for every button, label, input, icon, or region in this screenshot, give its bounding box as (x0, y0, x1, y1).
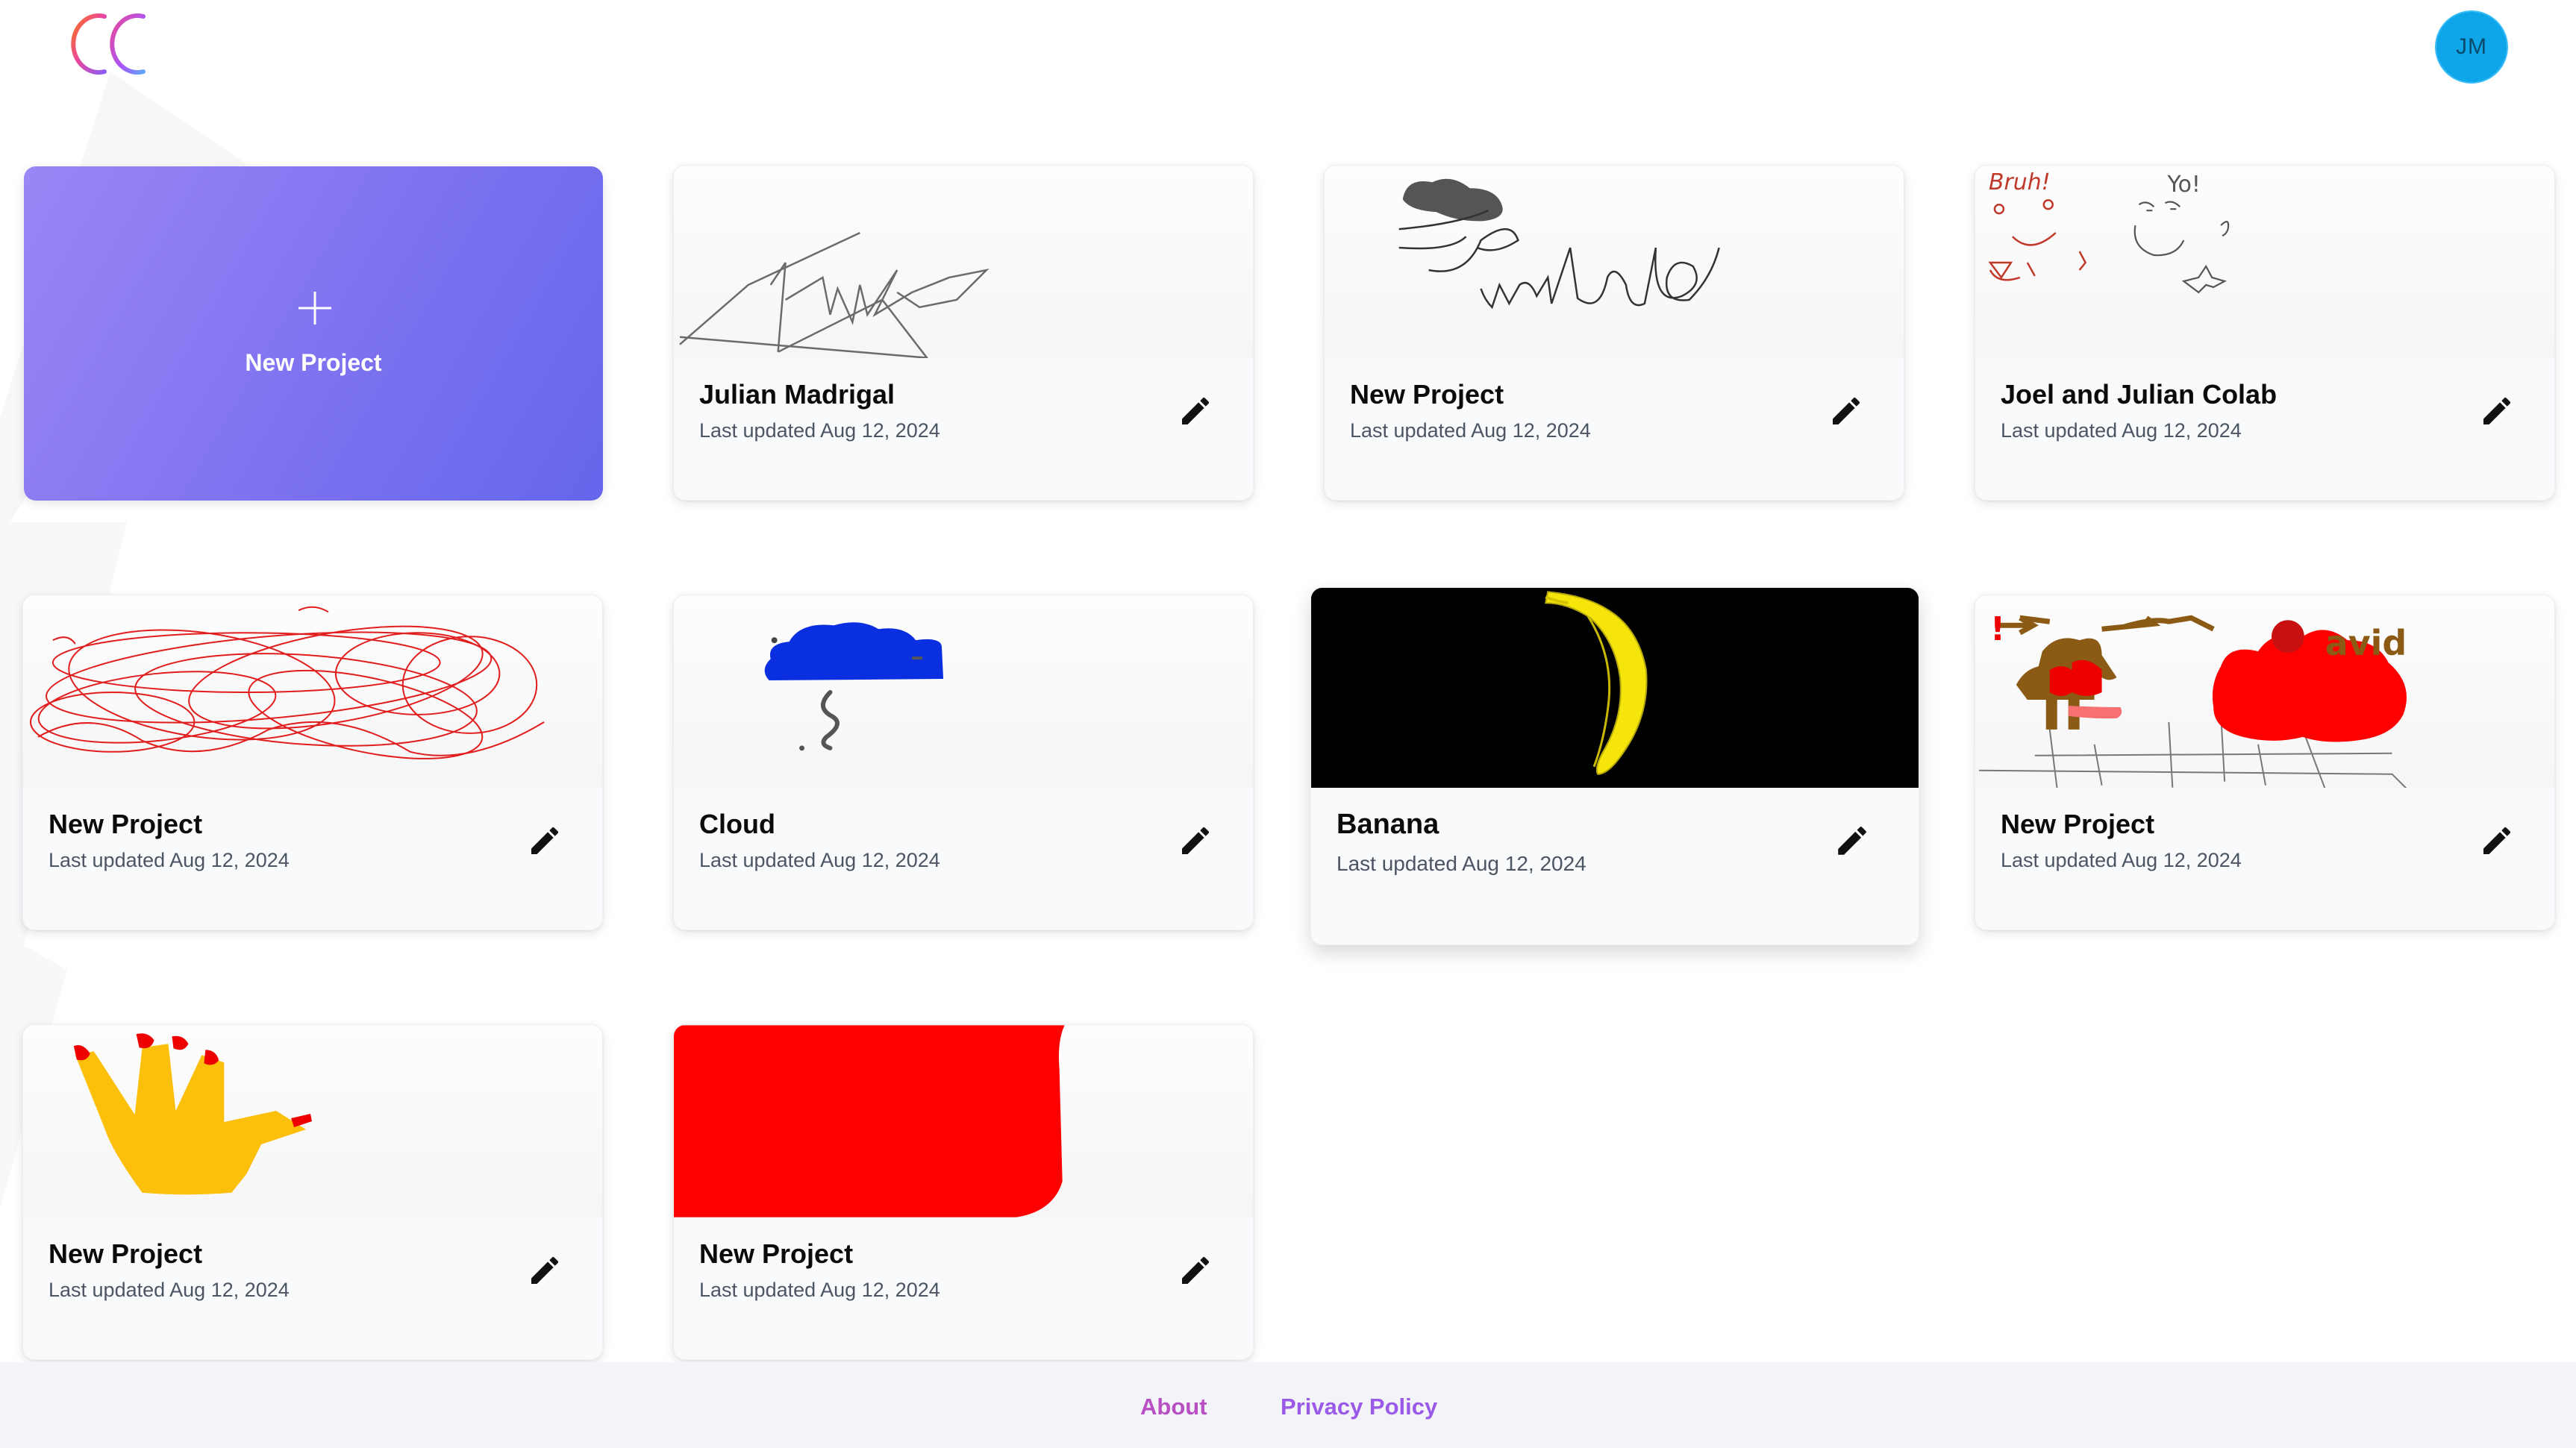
edit-button[interactable] (1825, 389, 1868, 433)
project-card[interactable]: ! avid New Project Last updated Aug 12, … (1975, 595, 2555, 930)
edit-button[interactable] (2475, 389, 2519, 433)
project-updated: Last updated Aug 12, 2024 (49, 1279, 290, 1301)
doodles-sketch: Bruh! Yo! (1988, 169, 2230, 294)
pencil-icon (1182, 397, 1210, 424)
project-card[interactable]: New Project Last updated Aug 12, 2024 (673, 1024, 1254, 1360)
red-block-sketch (674, 1025, 1065, 1217)
project-thumbnail: ! avid (1975, 595, 2554, 788)
project-title: Cloud (699, 809, 775, 839)
edit-button[interactable] (1831, 819, 1874, 862)
edit-button[interactable] (2475, 819, 2519, 862)
project-thumbnail (1311, 588, 1919, 788)
pencil-icon (2483, 827, 2511, 854)
project-thumbnail (23, 595, 602, 788)
user-avatar[interactable]: JM (2435, 10, 2508, 84)
pencil-icon (1182, 1256, 1210, 1284)
project-updated: Last updated Aug 12, 2024 (2001, 849, 2242, 871)
project-updated: Last updated Aug 12, 2024 (699, 419, 940, 442)
pencil-icon (531, 827, 559, 854)
edit-button[interactable] (523, 819, 566, 862)
pencil-icon (1182, 827, 1210, 854)
pencil-icon (531, 1256, 559, 1284)
project-title: New Project (49, 809, 203, 839)
red-scribble-sketch (29, 606, 545, 759)
svg-text:avid: avid (2325, 623, 2407, 663)
project-updated: Last updated Aug 12, 2024 (699, 849, 940, 871)
project-card[interactable]: New Project Last updated Aug 12, 2024 (1324, 165, 1904, 501)
pencil-icon (1833, 397, 1860, 424)
project-card[interactable]: Cloud Last updated Aug 12, 2024 (673, 595, 1254, 930)
project-title: Banana (1337, 809, 1439, 840)
yellow-hand-sketch (73, 1033, 313, 1195)
edit-button[interactable] (1174, 819, 1217, 862)
top-bar: JM (0, 0, 2576, 112)
svg-text:Yo!: Yo! (2166, 172, 2201, 198)
edit-button[interactable] (1174, 389, 1217, 433)
cloud-hello-sketch (1398, 178, 1720, 310)
pencil-icon (2483, 397, 2511, 424)
edit-button[interactable] (523, 1249, 566, 1292)
edit-button[interactable] (1174, 1249, 1217, 1292)
project-updated: Last updated Aug 12, 2024 (699, 1279, 940, 1301)
project-thumbnail: Bruh! Yo! (1975, 166, 2554, 358)
project-title: Julian Madrigal (699, 379, 895, 410)
project-thumbnail (674, 1025, 1253, 1217)
plus-icon (298, 292, 331, 325)
banana-sketch (1311, 588, 1919, 788)
projects-page: JM New Project Julian Madrigal Last upda… (0, 0, 2576, 1448)
project-thumbnail (23, 1025, 602, 1217)
project-updated: Last updated Aug 12, 2024 (1350, 419, 1591, 442)
footer: About Privacy Policy (0, 1362, 2576, 1448)
project-title: New Project (2001, 809, 2155, 839)
new-project-card[interactable]: New Project (24, 166, 603, 501)
project-title: New Project (699, 1238, 854, 1269)
project-updated: Last updated Aug 12, 2024 (2001, 419, 2242, 442)
blue-cloud-sketch (764, 622, 944, 751)
new-project-label: New Project (245, 349, 382, 376)
david-sketch: ! avid (1978, 610, 2407, 788)
project-thumbnail (674, 595, 1253, 788)
project-title: Joel and Julian Colab (2001, 379, 2278, 410)
svg-text:Bruh!: Bruh! (1989, 169, 2051, 195)
privacy-policy-link[interactable]: Privacy Policy (1281, 1394, 1437, 1420)
project-card[interactable]: Banana Last updated Aug 12, 2024 (1310, 587, 1919, 945)
about-link[interactable]: About (1140, 1394, 1207, 1420)
pencil-icon (1838, 827, 1866, 855)
cc-logo-icon[interactable] (66, 7, 155, 82)
project-card[interactable]: New Project Last updated Aug 12, 2024 (22, 595, 603, 930)
project-card[interactable]: Julian Madrigal Last updated Aug 12, 202… (673, 165, 1254, 501)
project-title: New Project (1350, 379, 1504, 410)
project-thumbnail (1325, 166, 1904, 358)
project-title: New Project (49, 1238, 203, 1269)
project-thumbnail (674, 166, 1253, 358)
signature-sketch (679, 231, 990, 358)
project-updated: Last updated Aug 12, 2024 (49, 849, 290, 871)
svg-text:!: ! (1990, 610, 2005, 648)
project-updated: Last updated Aug 12, 2024 (1337, 852, 1586, 875)
project-card[interactable]: New Project Last updated Aug 12, 2024 (22, 1024, 603, 1360)
project-card[interactable]: Bruh! Yo! Joel and Julian Colab Last upd… (1975, 165, 2555, 501)
